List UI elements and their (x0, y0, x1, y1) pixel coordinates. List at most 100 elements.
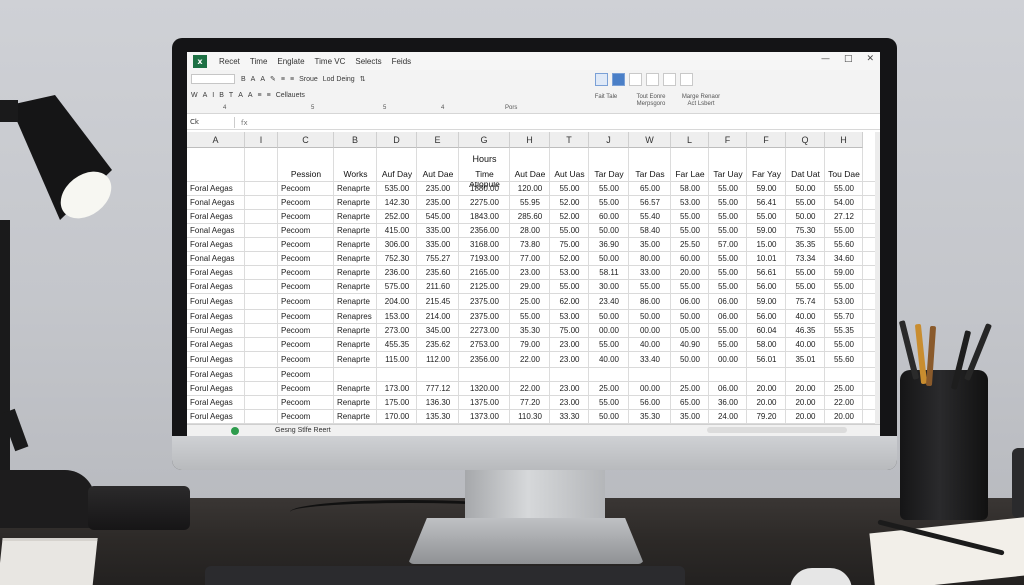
table-cell[interactable]: 40.00 (589, 352, 629, 367)
table-cell[interactable]: 55.00 (671, 210, 709, 223)
table-cell[interactable]: 2375.00 (459, 294, 510, 309)
table-row[interactable]: Foral Aegas Pecoom Renaprte 575.00 211.60 212… (187, 280, 875, 294)
window-control-icon[interactable]: □ (844, 54, 853, 64)
grid-cell[interactable] (245, 294, 278, 309)
table-cell[interactable]: 23.00 (550, 396, 589, 409)
ribbon-button[interactable]: ⇅ (360, 75, 366, 83)
table-cell[interactable]: 20.00 (786, 410, 825, 423)
ribbon-button[interactable]: Sroue (299, 76, 318, 83)
table-cell[interactable]: 50.00 (589, 310, 629, 323)
table-cell[interactable]: 2356.00 (459, 224, 510, 237)
table-cell[interactable]: 1320.00 (459, 382, 510, 395)
table-cell[interactable]: 50.00 (671, 310, 709, 323)
table-cell[interactable]: 2273.00 (459, 324, 510, 337)
table-cell[interactable]: 235.00 (417, 182, 459, 195)
table-cell[interactable]: Pecoom (278, 196, 334, 209)
table-cell[interactable]: 06.00 (709, 294, 747, 309)
format-table-icon[interactable] (595, 72, 608, 86)
table-cell[interactable]: 22.00 (825, 396, 863, 409)
table-row[interactable]: Foral Aegas Pecoom (187, 368, 875, 382)
table-cell[interactable]: 415.00 (377, 224, 417, 237)
ribbon-button[interactable]: ≡ (267, 92, 271, 99)
table-cell[interactable]: 1375.00 (459, 396, 510, 409)
table-cell[interactable]: 20.00 (747, 396, 786, 409)
table-cell[interactable]: 22.00 (510, 352, 550, 367)
grid-cell[interactable] (245, 382, 278, 395)
table-cell[interactable]: Renaprte (334, 210, 377, 223)
grid-cell[interactable] (245, 238, 278, 251)
table-cell[interactable]: 56.00 (747, 280, 786, 293)
table-cell[interactable]: 545.00 (417, 210, 459, 223)
column-header[interactable]: Q (786, 132, 825, 148)
grid-cell[interactable] (245, 280, 278, 293)
font-name-dropdown[interactable] (191, 74, 235, 84)
ribbon-button[interactable]: B (241, 76, 246, 83)
table-cell[interactable]: 211.60 (417, 280, 459, 293)
table-cell[interactable]: 50.00 (786, 182, 825, 195)
table-cell[interactable]: 1373.00 (459, 410, 510, 423)
table-cell[interactable]: Renaprte (334, 396, 377, 409)
table-cell[interactable]: 58.11 (589, 266, 629, 279)
table-cell[interactable]: 50.00 (589, 252, 629, 265)
table-cell[interactable]: 77.00 (510, 252, 550, 265)
table-cell[interactable]: 55.00 (747, 210, 786, 223)
table-cell[interactable]: Pecoom (278, 410, 334, 423)
table-cell[interactable]: 204.00 (377, 294, 417, 309)
grid-cell[interactable] (245, 324, 278, 337)
table-cell[interactable]: 29.00 (510, 280, 550, 293)
table-cell[interactable]: 214.00 (417, 310, 459, 323)
flag-icon[interactable] (663, 72, 676, 86)
table-cell[interactable]: 86.00 (629, 294, 671, 309)
ribbon-button[interactable]: Cellauets (276, 92, 305, 99)
table-cell[interactable]: 55.00 (825, 338, 863, 351)
table-cell[interactable]: Foral Aegas (187, 238, 245, 251)
table-cell[interactable]: 36.00 (709, 396, 747, 409)
table-row[interactable]: Foral Aegas Pecoom Renaprte 236.00 235.60 216… (187, 266, 875, 280)
sheet-tab[interactable]: Gesng Stlfe Reert (275, 427, 331, 434)
table-cell[interactable]: 53.00 (825, 294, 863, 309)
table-cell[interactable] (747, 368, 786, 381)
table-cell[interactable]: 77.20 (510, 396, 550, 409)
table-cell[interactable]: 79.00 (510, 338, 550, 351)
ribbon-button[interactable]: W (191, 92, 198, 99)
table-cell[interactable]: 25.50 (671, 238, 709, 251)
grid-cell[interactable] (245, 224, 278, 237)
table-cell[interactable]: 55.00 (671, 280, 709, 293)
table-cell[interactable]: 06.00 (709, 310, 747, 323)
table-row[interactable]: Foral Aegas Pecoom Renaprte 175.00 136.30 137… (187, 396, 875, 410)
table-cell[interactable]: 59.00 (747, 182, 786, 195)
table-cell[interactable]: 55.00 (589, 396, 629, 409)
table-cell[interactable]: 20.00 (671, 266, 709, 279)
grid-cell[interactable] (245, 396, 278, 409)
table-cell[interactable]: 55.00 (510, 310, 550, 323)
table-cell[interactable]: 345.00 (417, 324, 459, 337)
window-control-icon[interactable]: ✕ (866, 54, 874, 64)
table-cell[interactable]: 2125.00 (459, 280, 510, 293)
table-cell[interactable]: 55.00 (825, 182, 863, 195)
column-header[interactable]: H (510, 132, 550, 148)
table-cell[interactable]: 28.00 (510, 224, 550, 237)
table-cell[interactable]: Pecoom (278, 294, 334, 309)
grid-cell[interactable] (245, 410, 278, 423)
table-cell[interactable]: 110.30 (510, 410, 550, 423)
table-cell[interactable]: 35.00 (671, 410, 709, 423)
table-cell[interactable]: 535.00 (377, 182, 417, 195)
table-row[interactable]: Fonal Aegas Pecoom Renaprte 752.30 755.27 719… (187, 252, 875, 266)
grid-cell[interactable] (245, 252, 278, 265)
table-cell[interactable]: 46.35 (786, 324, 825, 337)
table-cell[interactable]: Renaprte (334, 252, 377, 265)
table-cell[interactable]: 575.00 (377, 280, 417, 293)
column-header[interactable]: A (187, 132, 245, 148)
table-row[interactable]: Fonal Aegas Pecoom Renaprte 142.30 235.00 227… (187, 196, 875, 210)
table-cell[interactable]: 50.00 (589, 410, 629, 423)
table-cell[interactable]: 2165.00 (459, 266, 510, 279)
table-cell[interactable]: Renaprte (334, 382, 377, 395)
comment-icon[interactable] (646, 72, 659, 86)
table-cell[interactable]: Renaprte (334, 352, 377, 367)
table-cell[interactable]: 59.00 (747, 294, 786, 309)
table-cell[interactable]: 55.35 (825, 324, 863, 337)
table-cell[interactable]: Pecoom (278, 338, 334, 351)
table-cell[interactable]: Renaprte (334, 182, 377, 195)
table-cell[interactable]: 75.74 (786, 294, 825, 309)
table-cell[interactable]: 35.00 (629, 238, 671, 251)
